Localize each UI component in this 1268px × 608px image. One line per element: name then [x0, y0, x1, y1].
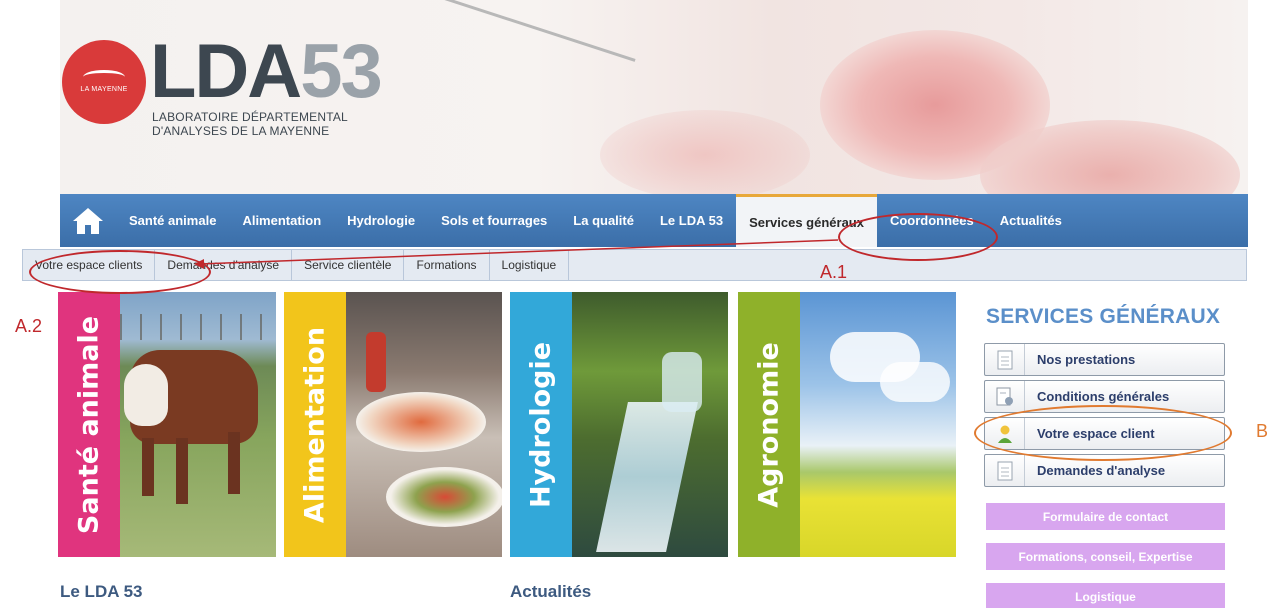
document-settings-icon	[985, 381, 1025, 412]
nav-item-hydrologie[interactable]: Hydrologie	[334, 194, 428, 247]
tile-label: Hydrologie	[525, 341, 557, 508]
tile-label: Agronomie	[753, 341, 785, 508]
tile-photo-food	[346, 292, 502, 557]
tile-photo-field	[800, 292, 956, 557]
tile-sante-animale[interactable]: Santé animale	[58, 292, 276, 557]
nav-item-sante-animale[interactable]: Santé animale	[116, 194, 229, 247]
home-icon[interactable]	[60, 194, 116, 247]
document-icon	[985, 455, 1025, 486]
tile-photo-cow	[120, 292, 276, 557]
logistique-button[interactable]: Logistique	[986, 583, 1225, 608]
sidebar-title: SERVICES GÉNÉRAUX	[986, 305, 1221, 328]
logo-tagline: LABORATOIRE DÉPARTEMENTAL D'ANALYSES DE …	[152, 110, 348, 138]
annotation-ellipse-a1	[838, 213, 998, 261]
tile-band: Agronomie	[738, 292, 800, 557]
tile-label: Alimentation	[299, 326, 331, 523]
button-label: Demandes d'analyse	[1037, 463, 1166, 478]
tagline-line-1: LABORATOIRE DÉPARTEMENTAL	[152, 110, 348, 124]
subnav-item-formations[interactable]: Formations	[404, 250, 490, 280]
button-label: Conditions générales	[1037, 389, 1170, 404]
tile-band: Hydrologie	[510, 292, 572, 557]
tile-hydrologie[interactable]: Hydrologie	[510, 292, 728, 557]
button-label: Nos prestations	[1037, 352, 1136, 367]
nav-item-sols-fourrages[interactable]: Sols et fourrages	[428, 194, 560, 247]
tile-photo-stream	[572, 292, 728, 557]
section-title-lda53: Le LDA 53	[60, 582, 143, 601]
formations-conseil-button[interactable]: Formations, conseil, Expertise	[986, 543, 1225, 570]
logo-number-text: 53	[300, 29, 383, 114]
section-title-actualites: Actualités	[510, 582, 592, 601]
annotation-label-b: B	[1256, 421, 1268, 441]
annotation-ellipse-b	[974, 405, 1232, 461]
tile-agronomie[interactable]: Agronomie	[738, 292, 956, 557]
nos-prestations-button[interactable]: Nos prestations	[984, 343, 1225, 376]
tile-label: Santé animale	[73, 315, 105, 534]
nav-item-actualites[interactable]: Actualités	[987, 194, 1075, 247]
annotation-label-a2: A.2	[15, 316, 43, 336]
tagline-line-2: D'ANALYSES DE LA MAYENNE	[152, 124, 330, 138]
document-icon	[985, 344, 1025, 375]
logo-small-text: LA MAYENNE	[80, 86, 128, 93]
logo-lda-text: LDA	[150, 29, 302, 114]
lda53-logo[interactable]: LDA53	[150, 34, 383, 110]
subnav-item-service-clientele[interactable]: Service clientèle	[292, 250, 405, 280]
annotation-ellipse-a2	[29, 250, 211, 294]
main-nav: Santé animale Alimentation Hydrologie So…	[60, 194, 1248, 247]
tile-alimentation[interactable]: Alimentation	[284, 292, 502, 557]
subnav-item-logistique[interactable]: Logistique	[490, 250, 570, 280]
nav-item-alimentation[interactable]: Alimentation	[229, 194, 334, 247]
la-mayenne-logo[interactable]: LA MAYENNE	[62, 40, 146, 124]
nav-item-la-qualite[interactable]: La qualité	[560, 194, 647, 247]
formulaire-contact-button[interactable]: Formulaire de contact	[986, 503, 1225, 530]
tile-band: Santé animale	[58, 292, 120, 557]
tile-band: Alimentation	[284, 292, 346, 557]
nav-item-le-lda-53[interactable]: Le LDA 53	[647, 194, 736, 247]
annotation-label-a1: A.1	[820, 262, 848, 282]
